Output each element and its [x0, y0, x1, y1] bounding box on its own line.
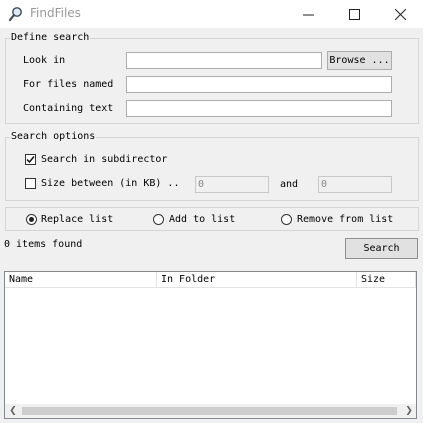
column-header-in-folder[interactable]: In Folder [157, 272, 357, 288]
subdirectories-label[interactable]: Search in subdirector [41, 153, 167, 167]
look-in-label: Look in [23, 55, 66, 66]
containing-text-input[interactable] [126, 100, 392, 117]
size-between-label[interactable]: Size between (in KB) .. [41, 177, 179, 191]
browse-button[interactable]: Browse ... [327, 51, 392, 70]
scroll-left-icon[interactable]: ❮ [6, 404, 20, 418]
minimize-button[interactable] [285, 0, 331, 28]
horizontal-scrollbar[interactable]: ❮ ❯ [5, 404, 416, 418]
scroll-right-icon[interactable]: ❯ [402, 404, 416, 418]
items-found-status: 0 items found [4, 239, 83, 250]
add-to-list-radio[interactable] [153, 214, 164, 225]
close-button[interactable] [377, 0, 423, 28]
minimize-icon [302, 14, 314, 15]
title-bar: FindFiles [0, 0, 423, 28]
scrollbar-thumb[interactable] [22, 407, 397, 415]
checkmark-icon [26, 156, 35, 164]
size-max-input: 0 [318, 176, 392, 193]
files-named-label: For files named [23, 79, 114, 90]
maximize-button[interactable] [331, 0, 377, 28]
add-to-list-label[interactable]: Add to list [169, 213, 235, 227]
search-options-group-label: Search options [10, 131, 97, 143]
column-header-size[interactable]: Size [357, 272, 416, 288]
define-search-group-label: Define search [10, 32, 91, 44]
remove-from-list-label[interactable]: Remove from list [297, 213, 393, 227]
radio-selected-dot [29, 217, 34, 222]
remove-from-list-radio[interactable] [281, 214, 292, 225]
search-button[interactable]: Search [345, 238, 418, 259]
results-list[interactable]: Name In Folder Size ❮ ❯ [4, 271, 417, 419]
maximize-icon [348, 8, 360, 20]
size-and-label: and [280, 179, 299, 190]
subdirectories-checkbox[interactable] [25, 154, 36, 165]
replace-list-radio[interactable] [26, 214, 37, 225]
replace-list-label[interactable]: Replace list [41, 213, 113, 227]
look-in-input[interactable] [126, 52, 322, 69]
size-between-checkbox[interactable] [25, 178, 36, 189]
window-title: FindFiles [30, 6, 81, 20]
size-min-input: 0 [195, 176, 269, 193]
column-header-name[interactable]: Name [5, 272, 157, 288]
close-icon [394, 8, 406, 20]
containing-text-label: Containing text [23, 103, 114, 114]
magnifier-app-icon [8, 6, 24, 22]
files-named-input[interactable] [126, 76, 392, 93]
